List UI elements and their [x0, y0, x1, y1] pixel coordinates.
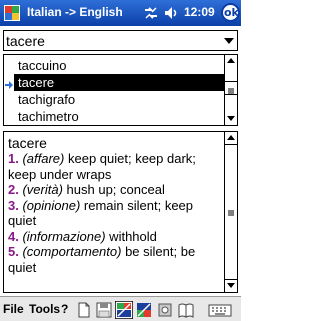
ok-label: ok [224, 6, 239, 19]
translate-it-en-icon[interactable] [115, 301, 133, 319]
search-box [3, 30, 238, 51]
sense-text: hush up; conceal [62, 182, 165, 197]
sense-4: 4. (informazione) withhold [8, 229, 222, 245]
window-title: Italian -> English [27, 5, 123, 19]
sense-context: (comportamento) [22, 244, 122, 259]
clock[interactable]: 12:09 [184, 5, 215, 19]
word-list-scrollbar[interactable] [224, 55, 237, 125]
list-item[interactable]: tachigrafo [14, 91, 224, 108]
translate-en-it-icon[interactable] [135, 301, 153, 319]
definition-text: tacere 1. (affare) keep quiet; keep dark… [8, 135, 222, 275]
sense-number: 5. [8, 244, 19, 259]
sense-context: (verità) [22, 182, 63, 197]
scroll-down-icon[interactable] [225, 279, 237, 291]
sense-context: (informazione) [22, 228, 106, 244]
file-menu[interactable]: File [3, 302, 24, 316]
app-logo-icon[interactable] [3, 4, 21, 22]
sense-context: (affare) [22, 151, 65, 166]
scroll-up-icon[interactable] [225, 55, 237, 67]
volume-icon[interactable] [163, 5, 179, 21]
sense-number: 4. [8, 228, 19, 244]
current-row-arrow-icon [5, 81, 13, 89]
grip-icon [228, 210, 234, 216]
scroll-down-icon[interactable] [225, 112, 237, 124]
title-bar: Italian -> English 12:09 ok [0, 0, 241, 26]
sense-3: 3. (opinione) remain silent; keep quiet [8, 198, 222, 229]
sense-1: 1. (affare) keep quiet; keep dark; keep … [8, 151, 222, 182]
sense-number: 3. [8, 197, 19, 213]
scroll-thumb[interactable] [225, 81, 237, 95]
definition-panel: tacere 1. (affare) keep quiet; keep dark… [3, 131, 238, 293]
help-menu[interactable]: ? [61, 302, 68, 316]
search-input[interactable] [6, 32, 218, 49]
definition-scrollbar[interactable] [224, 132, 237, 292]
settings-icon[interactable] [156, 301, 174, 319]
list-item[interactable]: tachimetro [14, 108, 224, 125]
sense-text: withhold [105, 228, 157, 244]
scroll-thumb[interactable] [225, 144, 237, 280]
headword: tacere [8, 135, 47, 151]
bottom-toolbar: File Tools ? [0, 296, 241, 321]
sense-number: 1. [8, 151, 19, 166]
sense-2: 2. (verità) hush up; conceal [8, 182, 222, 198]
sense-5: 5. (comportamento) be silent; be quiet [8, 244, 222, 275]
sense-number: 2. [8, 182, 19, 197]
new-document-icon[interactable] [75, 301, 93, 319]
ok-button[interactable]: ok [221, 3, 240, 22]
scroll-up-icon[interactable] [225, 132, 237, 144]
chevron-down-icon [224, 38, 234, 44]
save-icon[interactable] [95, 301, 113, 319]
word-list: taccuino tacere tachigrafo tachimetro [3, 54, 238, 126]
tools-menu[interactable]: Tools [29, 302, 60, 316]
list-item-selected[interactable]: tacere [14, 74, 224, 91]
list-item[interactable]: taccuino [14, 57, 224, 74]
search-dropdown-button[interactable] [219, 31, 237, 50]
keyboard-icon[interactable] [208, 301, 232, 319]
grip-icon [228, 88, 234, 94]
book-icon[interactable] [177, 301, 195, 319]
sense-context: (opinione) [22, 197, 81, 213]
connectivity-icon[interactable] [143, 5, 159, 21]
